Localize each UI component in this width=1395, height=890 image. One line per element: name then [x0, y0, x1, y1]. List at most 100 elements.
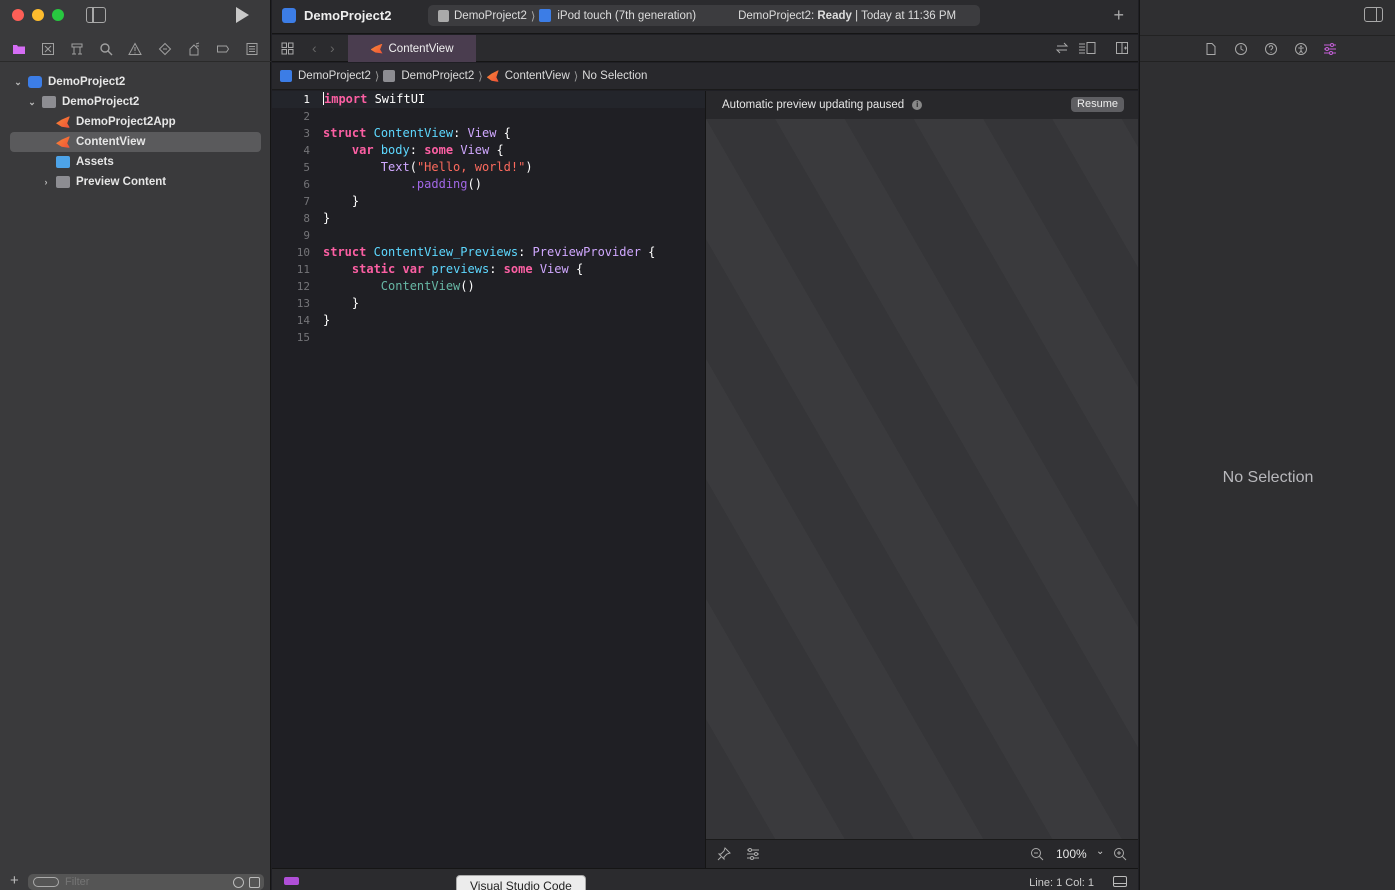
filter-input[interactable] — [65, 876, 215, 888]
recent-files-icon[interactable] — [233, 877, 244, 888]
line-number: 1 — [303, 93, 310, 106]
project-navigator: ⌄ DemoProject2 ⌄ DemoProject2 DemoProjec… — [0, 0, 271, 890]
code-editor[interactable]: 1 import SwiftUI 2 3 struct ContentView:… — [272, 91, 705, 868]
swift-file-icon — [56, 116, 70, 128]
filter-options-icon[interactable] — [33, 877, 59, 887]
tree-item-group[interactable]: › Preview Content — [0, 172, 271, 192]
line-number: 13 — [296, 297, 310, 310]
folder-navigator-icon[interactable] — [12, 42, 26, 56]
debug-spray-icon[interactable] — [187, 42, 201, 56]
history-clock-icon[interactable] — [1234, 42, 1248, 56]
zoom-out-icon[interactable] — [1030, 847, 1044, 861]
chevron-right-icon[interactable]: › — [40, 177, 52, 187]
code-token: } — [351, 194, 360, 208]
line-number: 5 — [303, 161, 310, 174]
tree-item-file-selected[interactable]: ContentView — [10, 132, 261, 152]
split-editor-icon[interactable] — [1115, 41, 1129, 55]
code-token: ContentView — [373, 126, 454, 140]
code-line[interactable]: 13 } — [272, 295, 705, 312]
code-token: : — [518, 245, 533, 259]
code-line[interactable]: 14 } — [272, 312, 705, 329]
code-line[interactable]: 2 — [272, 108, 705, 125]
chevron-right-icon[interactable]: › — [330, 40, 335, 56]
tab-contentview[interactable]: ContentView — [348, 35, 476, 62]
symbol-navigator-icon[interactable] — [70, 42, 84, 56]
code-line[interactable]: 15 — [272, 329, 705, 346]
code-line[interactable]: 5 Text("Hello, world!") — [272, 159, 705, 176]
sidebar-toggle-icon[interactable] — [86, 7, 106, 23]
filter-scm-icon[interactable] — [249, 877, 260, 888]
resume-button[interactable]: Resume — [1071, 97, 1124, 112]
code-line[interactable]: 4 var body: some View { — [272, 142, 705, 159]
code-line[interactable]: 9 — [272, 227, 705, 244]
preview-footer: 100% ⌄ — [706, 839, 1138, 868]
device-settings-icon[interactable] — [746, 847, 760, 861]
zoom-level[interactable]: 100% — [1056, 847, 1087, 861]
report-navigator-icon[interactable] — [245, 42, 259, 56]
chevron-down-icon[interactable]: ⌄ — [1096, 846, 1104, 857]
code-line[interactable]: 11 static var previews: some View { — [272, 261, 705, 278]
code-line[interactable]: 1 import SwiftUI — [272, 91, 705, 108]
tree-item-label: Preview Content — [76, 176, 167, 188]
code-token: SwiftUI — [367, 92, 426, 106]
tree-item-group[interactable]: ⌄ DemoProject2 — [0, 92, 271, 112]
code-token: var — [402, 262, 425, 276]
destination-selector[interactable]: iPod touch (7th generation) — [557, 10, 696, 22]
code-line[interactable]: 7 } — [272, 193, 705, 210]
code-token: some — [424, 143, 454, 157]
chevron-down-icon[interactable]: ⌄ — [26, 97, 38, 108]
breadcrumb-project[interactable]: DemoProject2 — [298, 70, 371, 82]
info-icon[interactable]: i — [912, 100, 923, 110]
swap-arrows-icon[interactable] — [1055, 41, 1069, 55]
code-line[interactable]: 10 struct ContentView_Previews: PreviewP… — [272, 244, 705, 261]
code-token: () — [460, 279, 475, 293]
code-line[interactable]: 12 ContentView() — [272, 278, 705, 295]
tree-item-file[interactable]: DemoProject2App — [0, 112, 271, 132]
code-token: { — [640, 245, 656, 259]
code-token: Text — [380, 160, 410, 174]
attributes-sliders-icon[interactable] — [1323, 42, 1337, 56]
search-icon[interactable] — [99, 42, 113, 56]
breadcrumb-group[interactable]: DemoProject2 — [401, 70, 474, 82]
source-control-icon[interactable] — [41, 42, 55, 56]
close-window-button[interactable] — [12, 9, 24, 21]
zoom-in-icon[interactable] — [1113, 847, 1127, 861]
inspector-toggle-icon[interactable] — [1364, 7, 1383, 22]
related-items-grid-icon[interactable] — [281, 42, 294, 55]
scheme-icon — [438, 9, 449, 22]
code-line[interactable]: 6 .padding() — [272, 176, 705, 193]
zoom-window-button[interactable] — [52, 9, 64, 21]
chevron-left-icon[interactable]: ‹ — [312, 40, 317, 56]
code-token: import — [324, 92, 368, 106]
file-inspector-icon[interactable] — [1204, 42, 1218, 56]
add-file-button[interactable]: + — [10, 872, 24, 889]
code-token: struct — [323, 126, 367, 140]
pin-icon[interactable] — [717, 847, 731, 861]
editor-options-icon[interactable] — [1078, 41, 1096, 55]
breakpoints-toggle-icon[interactable] — [284, 877, 299, 885]
breadcrumb-file[interactable]: ContentView — [505, 70, 570, 82]
accessibility-icon[interactable] — [1294, 42, 1308, 56]
run-button[interactable] — [236, 7, 249, 23]
inspector-panel: No Selection — [1139, 0, 1395, 890]
tree-item-project[interactable]: ⌄ DemoProject2 — [0, 72, 271, 92]
breadcrumb-selection[interactable]: No Selection — [582, 70, 647, 82]
help-question-icon[interactable] — [1264, 42, 1278, 56]
chevron-down-icon[interactable]: ⌄ — [12, 77, 24, 88]
scheme-selector[interactable]: DemoProject2 — [454, 10, 527, 22]
chevron-right-icon: ⟩ — [573, 71, 579, 83]
debug-area-toggle-icon[interactable] — [1113, 876, 1127, 887]
code-line[interactable]: 8 } — [272, 210, 705, 227]
navigator-footer: + — [0, 870, 271, 890]
code-line[interactable]: 3 struct ContentView: View { — [272, 125, 705, 142]
tree-item-assets[interactable]: Assets — [0, 152, 271, 172]
issue-warning-icon[interactable] — [128, 41, 143, 56]
project-title: DemoProject2 — [304, 8, 392, 23]
minimize-window-button[interactable] — [32, 9, 44, 21]
filter-field[interactable] — [28, 874, 264, 890]
line-number: 6 — [303, 178, 310, 191]
test-navigator-icon[interactable] — [158, 42, 172, 56]
breakpoint-navigator-icon[interactable] — [216, 42, 230, 56]
line-number: 14 — [296, 314, 310, 327]
add-tab-button[interactable]: + — [1113, 5, 1124, 26]
